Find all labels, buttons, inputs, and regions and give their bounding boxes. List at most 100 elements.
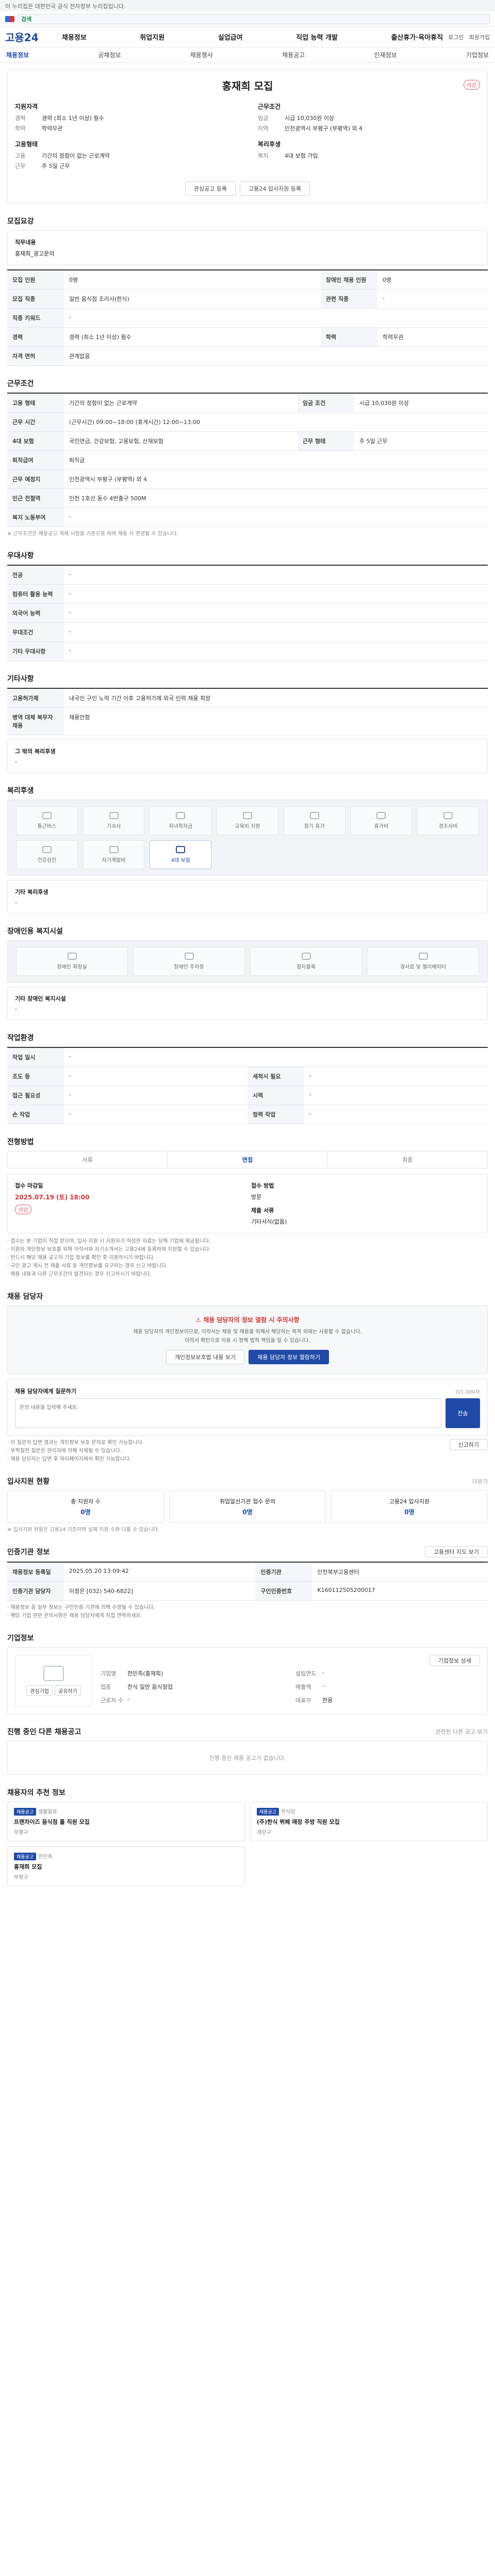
deadline-badge: 마감: [15, 1205, 32, 1214]
education-icon: [242, 812, 252, 819]
congrats-icon: [443, 812, 453, 819]
summary-employment: 고용형태 고용 기간의 정함이 없는 근로계약 근무 주 5일 근무: [15, 141, 110, 170]
nav-item[interactable]: 출산휴가·육아휴직: [391, 32, 443, 42]
posting-summary-card: 홍재희 모집 마감 지원자격 경력 경력 (최소 1년 이상) 필수 학력 학력무관…: [7, 70, 488, 204]
restroom-icon: [67, 953, 77, 960]
bus-icon: [42, 812, 52, 819]
welfare-item: 자녀학자금: [150, 806, 212, 835]
step-item: 최종: [402, 1157, 413, 1163]
welfare-item-active: 4대 보험: [150, 840, 212, 869]
nav-item[interactable]: 취업지원: [140, 32, 164, 42]
facility-item: 장애인 주차장: [133, 947, 245, 976]
process-steps: 서류 면접 최종: [7, 1151, 488, 1168]
login-link[interactable]: 로그인: [448, 33, 464, 41]
facility-item: 점자블록: [250, 947, 362, 976]
braille-icon: [301, 953, 311, 960]
disabled-panel: 장애인 화장실 장애인 주차장 점자블록 경사로 및 엘리베이터: [7, 940, 488, 982]
privacy-law-button[interactable]: 개인정보보호법 내용 보기: [166, 1350, 245, 1364]
global-search-input[interactable]: 검색: [18, 13, 490, 24]
reco-card[interactable]: 채용공고 한식당 (주)한식 뷔페 매장 주방 직원 모집 계양구: [250, 1802, 488, 1841]
process-notes: 접수는 본 기업이 직접 받으며, 입사 지원 시 지원자가 작성한 자료는 당…: [7, 1238, 488, 1279]
util-menu: 로그인 회원가입: [448, 33, 490, 41]
tuition-icon: [176, 812, 186, 819]
recruit-section: 모집요강 직무내용 홍재희_광고문의 모집 인원 0명 장애인 채용 인원 0명 모집…: [7, 216, 488, 366]
qa-textarea[interactable]: [15, 1398, 442, 1428]
status-section: 입사지원 현황 더보기 총 지원자 수 0명 취업알선기관 접수 문의 0명 고용2…: [7, 1477, 488, 1533]
subnav-item[interactable]: 공채정보: [98, 50, 121, 59]
env-table: 작업 일시 - 조도 등 - 세척시 필요 - 접근 필요성 - 시력 - 손 작업 - 청력 작…: [7, 1047, 488, 1124]
similar-more-link[interactable]: 관련된 다른 공고 보기: [435, 1727, 488, 1736]
elevator-icon: [418, 953, 428, 960]
site-logo[interactable]: 고용24: [5, 29, 57, 44]
contact-alert: ⚠ 채용 담당자의 정보 열람 시 주의사항 채용 담당자의 개인정보이므로, …: [7, 1306, 488, 1374]
site-header: 고용24 채용정보 취업지원 실업급여 직업 능력 개발 출산휴가·육아휴직 로…: [0, 27, 495, 47]
self-dev-icon: [109, 846, 119, 853]
welfare-item: 기숙사: [82, 806, 145, 835]
parking-icon: [184, 953, 194, 960]
welfare-item: 장기 휴가: [283, 806, 345, 835]
subnav-item[interactable]: 채용행사: [190, 50, 213, 59]
process-section: 전형방법 서류 면접 최종 접수 마감일 2025.07.19 (토) 18:0…: [7, 1137, 488, 1279]
welfare-panel: 통근버스 기숙사 자녀학자금 교육비 지원 장기 휴가 휴가비 경조사비 건강검…: [7, 800, 488, 876]
signup-link[interactable]: 회원가입: [469, 33, 490, 41]
status-badge: 마감: [463, 80, 480, 90]
summary-welfare: 복리후생 복지 4대 보험 가입: [258, 141, 318, 159]
welfare-section: 복리후생 통근버스 기숙사 자녀학자금 교육비 지원 장기 휴가 휴가비 경조사…: [7, 785, 488, 913]
agency-section: 인증기관 정보 고용센터 지도 보기 채용정보 등록일 2025.05.20 13…: [7, 1546, 488, 1620]
posting-title: 홍재희 모집: [222, 80, 273, 92]
vacation-pay-icon: [376, 812, 386, 819]
apply-register-button[interactable]: 고용24 입사지원 등록: [240, 181, 310, 196]
status-card: 총 지원자 수 0명: [7, 1490, 164, 1523]
disabled-etc-box: 기타 장애인 복지시설 -: [7, 987, 488, 1020]
welfare-item: 자기계발비: [82, 840, 145, 869]
follow-company-button[interactable]: 관심기업: [26, 1685, 53, 1696]
sub-nav: 채용정보 공채정보 채용행사 채용공고 인재정보 기업정보: [0, 47, 495, 63]
facility-item: 장애인 화장실: [16, 947, 128, 976]
subnav-item[interactable]: 기업정보: [466, 50, 489, 59]
process-detail-box: 접수 마감일 2025.07.19 (토) 18:00 마감 접수 방법 방문 …: [7, 1174, 488, 1233]
status-card: 취업알선기관 접수 문의 0명: [169, 1490, 326, 1523]
conditions-note: ※ 근무조건은 채용공고 게재 시점을 기준으로 하며 채용 시 변경될 수 있…: [7, 531, 178, 537]
similar-section: 진행 중인 다른 채용공고 관련된 다른 공고 보기 진행 중인 채용 공고가 …: [7, 1726, 488, 1775]
prefer-section: 우대사항 전공 - 컴퓨터 활용 능력 - 외국어 능력 - 우대조건 - 기타 우대사…: [7, 550, 488, 661]
status-more-link[interactable]: 더보기: [472, 1477, 488, 1485]
scrap-button[interactable]: 관심공고 등록: [185, 181, 236, 196]
recruit-table: 모집 인원 0명 장애인 채용 인원 0명 모집 직종 일반 음식점 조리사(한식) 관련…: [7, 269, 488, 366]
welfare-item: 휴가비: [350, 806, 412, 835]
disabled-section: 장애인용 복지시설 장애인 화장실 장애인 주차장 점자블록 경사로 및 엘리베…: [7, 926, 488, 1020]
welfare-item: 건강검진: [16, 840, 78, 869]
contact-section: 채용 담당자 ⚠ 채용 담당자의 정보 열람 시 주의사항 채용 담당자의 개인…: [7, 1291, 488, 1464]
checkup-icon: [42, 846, 52, 853]
conditions-table: 고용 형태 기간의 정함이 없는 근로계약 임금 조건 시급 10,030원 이상 근…: [7, 393, 488, 527]
subnav-item[interactable]: 인재정보: [374, 50, 397, 59]
insurance-icon: [176, 846, 186, 853]
other-table: 고용허가제 내국인 구인 노력 기간 이후 고용허가제 외국 인력 채용 희망 병…: [7, 688, 488, 735]
company-detail-button[interactable]: 기업정보 상세: [429, 1655, 480, 1666]
reco-card[interactable]: 채용공고 한민족 홍재희 모집 부평구: [7, 1846, 245, 1886]
nav-item[interactable]: 직업 능력 개발: [296, 32, 338, 42]
qa-submit-button[interactable]: 전송: [446, 1398, 480, 1428]
gov-search-strip: 검색: [0, 11, 495, 27]
agency-map-button[interactable]: 고용센터 지도 보기: [425, 1546, 488, 1557]
dorm-icon: [109, 812, 119, 819]
welfare-item: 교육비 지원: [217, 806, 278, 835]
warning-text: ⚠ 채용 담당자의 정보 열람 시 주의사항: [195, 1316, 300, 1324]
qa-box: 채용 담당자에게 질문하기 0/1,000자 전송: [7, 1379, 488, 1436]
nav-item[interactable]: 채용정보: [62, 32, 87, 42]
nav-item[interactable]: 실업급여: [218, 32, 243, 42]
view-contact-button[interactable]: 채용 담당자 정보 열람하기: [249, 1350, 329, 1364]
reco-card[interactable]: 채용공고 생활물류 프랜차이즈 음식점 홀 직원 모집 부평구: [7, 1802, 245, 1841]
facility-item: 경사로 및 엘리베이터: [367, 947, 479, 976]
report-button[interactable]: 신고하기: [449, 1439, 488, 1450]
welfare-item: 경조사비: [417, 806, 479, 835]
similar-empty: 진행 중인 채용 공고가 없습니다.: [7, 1741, 488, 1775]
company-section: 기업정보 관심기업 공유하기 기업정보 상세 기업명 한민족(홍재희) 설립연도 -: [7, 1633, 488, 1714]
step-item: 서류: [8, 1151, 168, 1168]
subnav-item[interactable]: 채용공고: [282, 50, 305, 59]
subnav-item[interactable]: 채용정보: [6, 50, 29, 59]
summary-qualification: 지원자격 경력 경력 (최소 1년 이상) 필수 학력 학력무관: [15, 103, 104, 132]
main-nav: 채용정보 취업지원 실업급여 직업 능력 개발 출산휴가·육아휴직: [57, 32, 448, 42]
share-company-button[interactable]: 공유하기: [55, 1685, 81, 1696]
gov-notice-bar: 이 누리집은 대한민국 공식 전자정부 누리집입니다.: [0, 0, 495, 11]
agency-notes: 채용정보 중 일부 정보는 구인인증 기관에 의해 수정될 수 있습니다. 해당…: [7, 1604, 488, 1620]
